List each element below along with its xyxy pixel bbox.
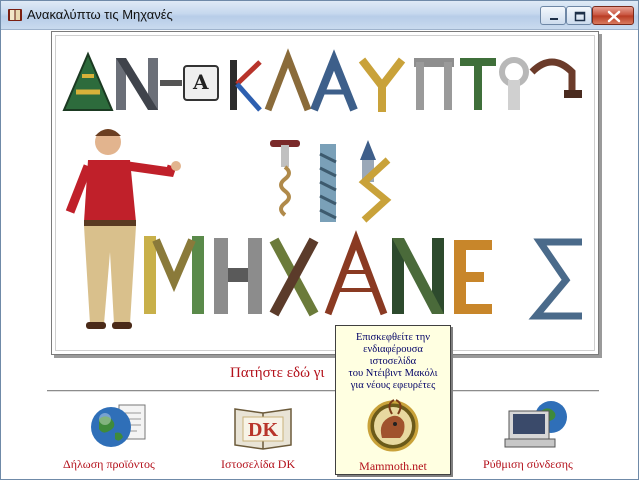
book-icon bbox=[8, 9, 22, 21]
mammoth-icon[interactable] bbox=[336, 394, 450, 454]
minimize-button[interactable] bbox=[540, 6, 566, 25]
connection-settings-item[interactable]: Ρύθμιση σύνδεσης bbox=[479, 399, 589, 475]
close-icon bbox=[607, 10, 621, 23]
presenter-figure bbox=[65, 129, 181, 329]
tooltip-line: ενδιαφέρουσα bbox=[363, 344, 423, 355]
maximize-button[interactable] bbox=[566, 6, 592, 25]
title-artwork: A bbox=[51, 31, 599, 355]
maximize-icon bbox=[574, 11, 586, 22]
tooltip-line: Επισκεφθείτε την bbox=[356, 332, 430, 343]
tooltip-line: ιστοσελίδα bbox=[369, 356, 417, 367]
product-registration-item[interactable]: Δήλωση προϊόντος bbox=[61, 399, 171, 475]
title-bar[interactable]: Ανακαλύπτω τις Μηχανές bbox=[1, 1, 638, 30]
mammoth-label[interactable]: Mammoth.net bbox=[336, 459, 450, 474]
dk-website-label: Ιστοσελίδα DK bbox=[221, 457, 296, 471]
divider bbox=[47, 390, 599, 392]
dk-website-item[interactable]: DK Ιστοσελίδα DK bbox=[213, 399, 313, 475]
mammoth-tooltip: Επισκεφθείτε την ενδιαφέρουσα ιστοσελίδα… bbox=[335, 325, 451, 475]
close-button[interactable] bbox=[592, 6, 634, 25]
click-here-link[interactable]: Πατήστε εδώ γι bbox=[230, 365, 324, 382]
dk-book-icon: DK bbox=[234, 408, 292, 450]
tooltip-text: Επισκεφθείτε την ενδιαφέρουσα ιστοσελίδα… bbox=[336, 332, 450, 392]
minimize-icon bbox=[550, 18, 558, 20]
connection-settings-label: Ρύθμιση σύνδεσης bbox=[483, 457, 573, 471]
tooltip-line: του Ντέιβιντ Μακόλι bbox=[348, 368, 438, 379]
globe-computer-icon bbox=[504, 401, 567, 448]
tooltip-line: για νέους εφευρέτες bbox=[350, 380, 436, 391]
product-registration-label: Δήλωση προϊόντος bbox=[63, 457, 155, 471]
globe-document-icon bbox=[91, 404, 146, 447]
svg-text:DK: DK bbox=[248, 419, 278, 441]
window-title: Ανακαλύπτω τις Μηχανές bbox=[27, 7, 173, 22]
app-window: Ανακαλύπτω τις Μηχανές A Πατήστε εδώ γι … bbox=[0, 0, 639, 480]
